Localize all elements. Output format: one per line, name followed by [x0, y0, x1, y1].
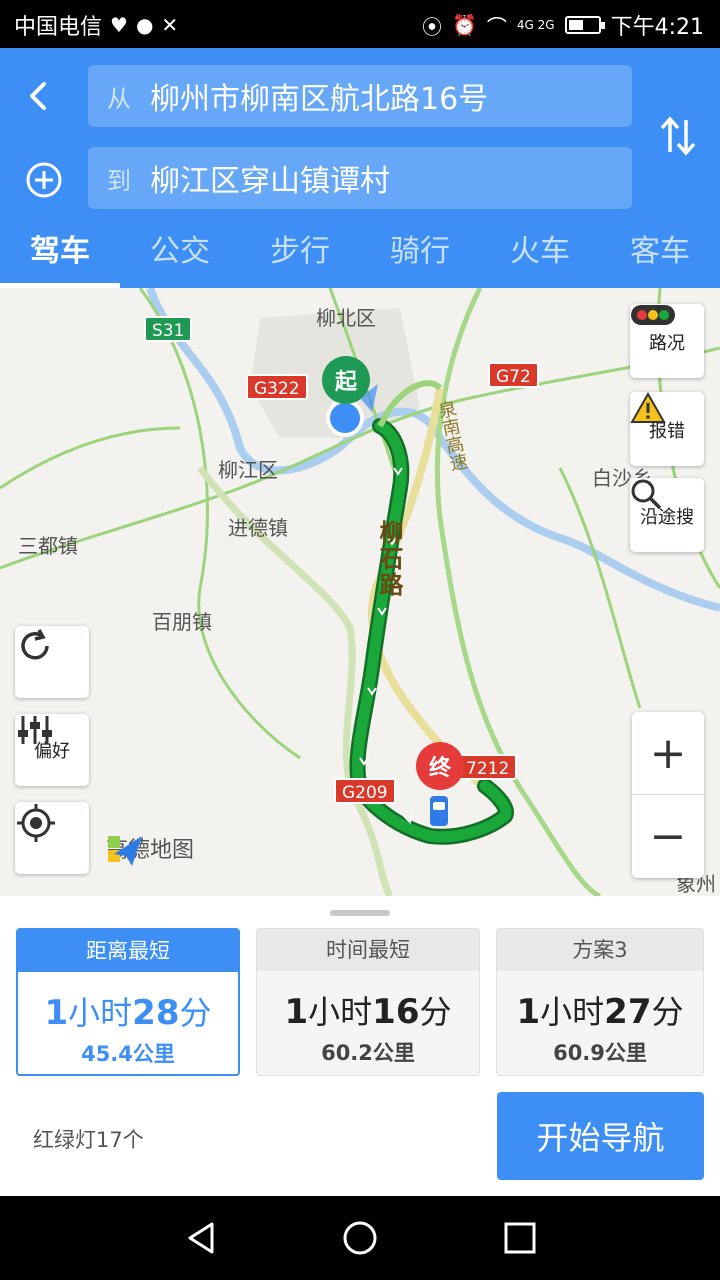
destination-value: 柳江区穿山镇谭村 [150, 164, 390, 199]
road-label-liushi: 柳石路 [375, 520, 403, 598]
plan-distance: 45.4公里 [81, 1042, 175, 1066]
traffic-label: 路况 [649, 333, 685, 354]
locate-icon [17, 804, 55, 842]
map-label-baipeng: 百朋镇 [152, 610, 212, 634]
traffic-lights-count: 红绿灯17个 [33, 1128, 144, 1152]
zoom-controls: + − [632, 712, 704, 878]
preference-button[interactable]: 偏好 [15, 714, 89, 786]
badge-g72: G72 [488, 362, 539, 388]
destination-prefix: 到 [107, 166, 131, 195]
map-label-sandu: 三都镇 [18, 534, 78, 558]
location-icon: ⦿ [422, 14, 442, 39]
alarm-icon: ⏰ [452, 13, 477, 37]
destination-field[interactable]: 到 柳江区穿山镇谭村 [88, 147, 632, 209]
map-label-liujiang: 柳江区 [218, 458, 278, 482]
start-pin[interactable]: 起 [322, 356, 370, 404]
traffic-button[interactable]: 路况 [630, 304, 704, 378]
refresh-button[interactable] [15, 626, 89, 698]
badge-g209: G209 [334, 778, 396, 804]
plan-card-fastest[interactable]: 时间最短 1小时16分 60.2公里 [256, 928, 480, 1076]
zoom-out-button[interactable]: − [632, 795, 704, 878]
zoom-in-button[interactable]: + [632, 712, 704, 795]
status-bar: 中国电信 ♥ ● ✕ ⦿ ⏰ ⌒ 4G 2G 下午4:21 [0, 0, 720, 48]
swap-icon[interactable] [658, 114, 698, 158]
back-nav-icon[interactable] [182, 1218, 222, 1258]
origin-field[interactable]: 从 柳州市柳南区航北路16号 [88, 65, 632, 127]
badge-g322: G322 [246, 374, 308, 400]
add-waypoint-icon[interactable] [24, 160, 64, 200]
tab-train[interactable]: 火车 [480, 222, 600, 288]
report-button[interactable]: 报错 [630, 392, 704, 466]
battery-fill [568, 20, 583, 30]
plan-card-shortest[interactable]: 距离最短 1小时28分 45.4公里 [16, 928, 240, 1076]
recents-nav-icon[interactable] [500, 1218, 540, 1258]
transport-tabs: 驾车 公交 步行 骑行 火车 客车 [0, 222, 720, 288]
clock: 下午4:21 [610, 15, 704, 40]
plan-distance: 60.9公里 [553, 1041, 647, 1065]
route-plans-sheet: 距离最短 1小时28分 45.4公里 时间最短 1小时16分 60.2公里 方案… [0, 896, 720, 1196]
network-label: 4G 2G [516, 18, 555, 32]
plan-title: 距离最短 [18, 930, 238, 972]
plan-title: 方案3 [497, 929, 703, 971]
start-navigation-button[interactable]: 开始导航 [497, 1092, 704, 1180]
system-nav-bar [0, 1196, 720, 1280]
end-pin[interactable]: 终 [416, 742, 464, 790]
health-icon: ♥ [110, 13, 128, 37]
plan-duration: 1小时28分 [44, 993, 212, 1033]
along-search-button[interactable]: 沿途搜 [630, 478, 704, 552]
locate-button[interactable] [15, 802, 89, 874]
badge-s31: S31 [144, 316, 193, 342]
carrier-label: 中国电信 [14, 15, 103, 40]
traffic-light-icon [631, 305, 675, 325]
map-label-liubei: 柳北区 [316, 306, 376, 330]
tab-walk[interactable]: 步行 [240, 222, 360, 288]
search-icon [631, 479, 662, 510]
plan-duration: 1小时16分 [284, 992, 452, 1032]
amap-logo-icon [108, 836, 142, 866]
tab-drive[interactable]: 驾车 [0, 222, 120, 288]
refresh-icon [21, 629, 49, 660]
plan-card-3[interactable]: 方案3 1小时27分 60.9公里 [496, 928, 704, 1076]
sliders-icon [18, 716, 52, 744]
tab-bus[interactable]: 公交 [120, 222, 240, 288]
plan-title: 时间最短 [257, 929, 479, 971]
missed-call-icon: ✕ [161, 13, 179, 37]
home-nav-icon[interactable] [340, 1218, 380, 1258]
tab-coach[interactable]: 客车 [600, 222, 720, 288]
message-icon: ● [135, 13, 154, 37]
tab-bike[interactable]: 骑行 [360, 222, 480, 288]
plan-duration: 1小时27分 [516, 992, 684, 1032]
plan-distance: 60.2公里 [321, 1041, 415, 1065]
wifi-icon: ⌒ [486, 14, 507, 39]
badge-g7212: 7212 [458, 754, 518, 780]
map-view[interactable]: 柳北区 柳江区 进德镇 三都镇 百朋镇 白沙乡 象州 柳石路 泉南高速 S31 … [0, 288, 720, 896]
route-header: 从 柳州市柳南区航北路16号 到 柳江区穿山镇谭村 驾车 公交 步行 骑行 火车… [0, 48, 720, 288]
battery-icon [564, 16, 605, 34]
origin-prefix: 从 [107, 84, 131, 113]
brand-watermark: 高德地图 [106, 832, 194, 866]
warning-icon [630, 392, 666, 423]
map-label-jinde: 进德镇 [228, 516, 288, 540]
sheet-handle[interactable] [330, 910, 390, 916]
origin-value: 柳州市柳南区航北路16号 [150, 82, 489, 117]
back-icon[interactable] [18, 76, 58, 116]
